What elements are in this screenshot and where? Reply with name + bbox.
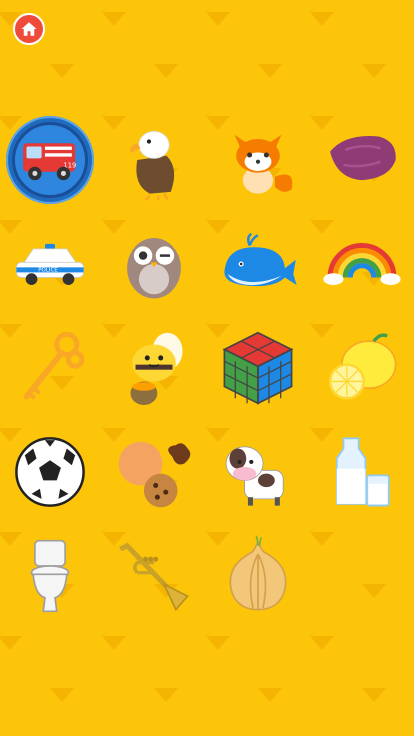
grid-item-fire-truck[interactable]: 119 [2, 112, 98, 208]
fox-icon [234, 134, 293, 194]
milk-icon [335, 437, 390, 507]
pattern-triangle [258, 64, 282, 78]
rubiks-cube-icon [222, 331, 294, 405]
grid-item-rubiks-cube[interactable] [210, 320, 306, 416]
lemon-icon [328, 333, 397, 400]
pattern-triangle [50, 688, 74, 702]
bee-icon [130, 332, 183, 405]
police-car-icon: POLICE [15, 243, 85, 285]
sweet-potato-icon [330, 135, 396, 181]
pattern-triangle [258, 688, 282, 702]
pattern-triangle [310, 12, 334, 26]
pattern-triangle [102, 636, 126, 650]
grid-item-trumpet[interactable] [106, 528, 202, 624]
grid-item-eagle[interactable] [106, 112, 202, 208]
key-icon [23, 331, 85, 400]
trumpet-icon [119, 542, 189, 612]
grid-item-milk[interactable] [314, 424, 410, 520]
toilet-icon [30, 539, 70, 613]
pattern-triangle [310, 532, 334, 546]
grid-item-lemon[interactable] [314, 320, 410, 416]
soccer-ball-icon [15, 437, 85, 507]
grid-item-whale[interactable] [210, 216, 306, 312]
police-car-label: POLICE [38, 268, 58, 274]
grid-item-cookies[interactable] [106, 424, 202, 520]
grid-item-cow[interactable] [210, 424, 306, 520]
pattern-triangle [154, 688, 178, 702]
grid-item-fox[interactable] [210, 112, 306, 208]
grid-item-rainbow[interactable] [314, 216, 410, 312]
grid-item-toilet[interactable] [2, 528, 98, 624]
owl-icon [127, 237, 181, 299]
grid-item-owl[interactable] [106, 216, 202, 312]
cow-icon [225, 446, 284, 506]
grid-item-soccer-ball[interactable] [2, 424, 98, 520]
rainbow-icon [323, 243, 401, 285]
grid-item-bee[interactable] [106, 320, 202, 416]
pattern-triangle [362, 688, 386, 702]
home-icon [21, 22, 37, 36]
grid-item-key[interactable] [2, 320, 98, 416]
whale-icon [224, 232, 297, 287]
fire-truck-icon: 119 [23, 143, 76, 181]
cookies-icon [118, 441, 191, 508]
pattern-triangle [0, 636, 22, 650]
pattern-triangle [206, 636, 230, 650]
onion-icon [229, 535, 287, 611]
grid-item-police-car[interactable]: POLICE [2, 216, 98, 312]
pattern-triangle [102, 12, 126, 26]
pattern-triangle [50, 64, 74, 78]
pattern-triangle [362, 64, 386, 78]
home-button[interactable] [13, 13, 45, 45]
pattern-triangle [206, 12, 230, 26]
eagle-icon [130, 131, 175, 202]
grid-item-sweet-potato[interactable] [314, 112, 410, 208]
pattern-triangle [154, 64, 178, 78]
pattern-triangle [362, 584, 386, 598]
pattern-triangle [310, 636, 334, 650]
grid-item-onion[interactable] [210, 528, 306, 624]
